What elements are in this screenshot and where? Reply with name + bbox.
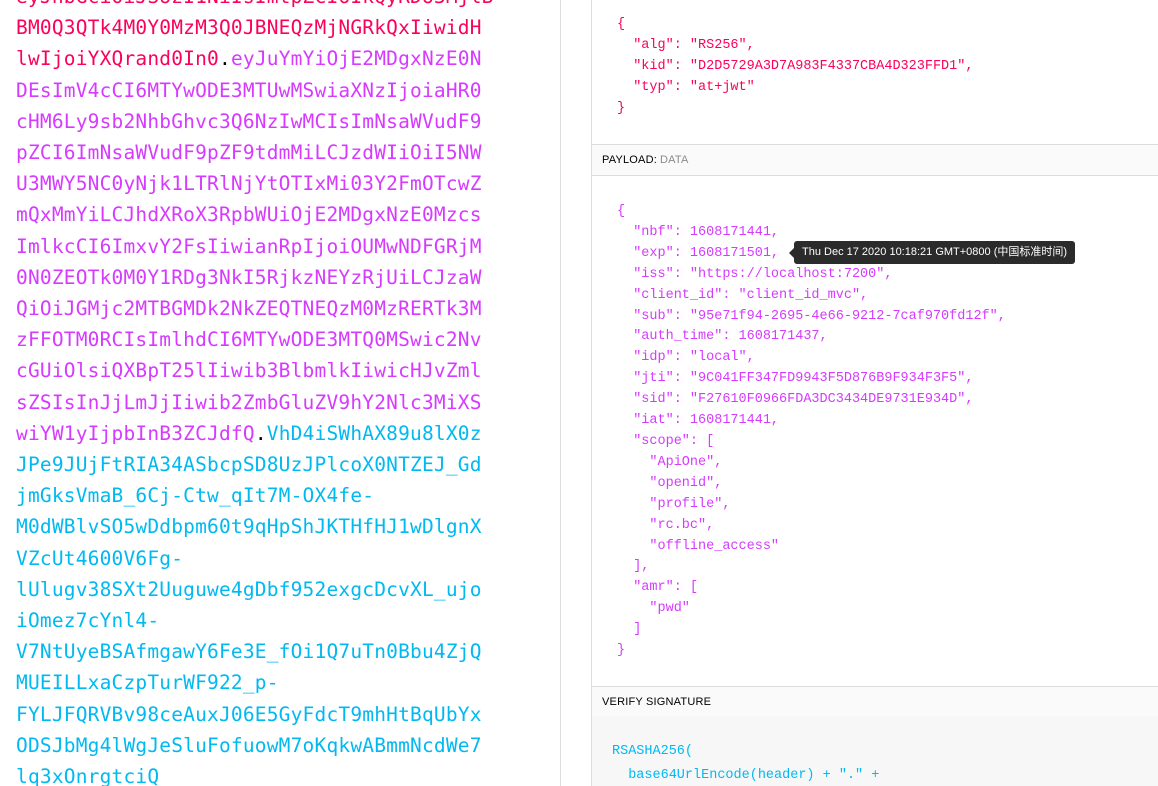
payload-section-sublabel: DATA [660,154,689,166]
encoded-signature-line: M0dWBlvSO5wDdbpm60t9qHpShJKTHfHJ1wDlgnX [16,515,482,539]
encoded-signature-line: iOmez7cYnl4- [16,609,160,633]
encoded-signature-line: JPe9JUjFtRIA34ASbcpSD8UzJPlcoX0NTZEJ_Gd [16,453,482,477]
encoded-signature-line: ODSJbMg4lWgJeSluFofuowM7oKqkwABmmNcdWe7 [16,733,482,757]
encoded-dot: . [218,47,231,71]
payload-section-label: PAYLOAD: [602,154,657,166]
encoded-header-line: BM0Q3QTk4M0Y0MzM3Q0JBNEQzMjNGRkQxIiwidH [16,16,482,40]
encoded-panel[interactable]: eyJhbGciOiJSUzI1NiIsImtpZCI6IkQyRDU3MjlB… [0,0,561,786]
payload-json-editor[interactable]: { "nbf": 1608171441, "exp": 1608171501, … [617,202,1006,662]
header-json-editor[interactable]: { "alg": "RS256", "kid": "D2D5729A3D7A98… [617,15,973,120]
encoded-payload-line: U3MWY5NC0yNjk1LTRlNjYtOTIxMi03Y2FmOTcwZ [16,172,482,196]
encoded-dot: . [254,421,267,445]
encoded-payload-line: zFFOTM0RCIsImlhdCI6MTYwODE3MTQ0MSwic2Nv [16,328,482,352]
encoded-line-mixed: lwIjoiYXQrand0In0.eyJuYmYiOjE2MDgxNzE0N [16,43,486,74]
encoded-signature-line: V7NtUyeBSAfmgawY6Fe3E_fOi1Q7uTn0Bbu4ZjQ [16,640,482,664]
encoded-payload-line: cGUiOlsiQXBpT25lIiwib3BlbmlkIiwicHJvZml [16,359,482,383]
encoded-payload-line: mQxMmYiLCJhdXRoX3RpbWUiOjE2MDgxNzE0Mzcs [16,203,482,227]
panel-divider [561,0,591,786]
encoded-payload-line: pZCI6ImNsaWVudF9pZF9tdmMiLCJzdWIiOiI5NW [16,141,482,165]
encoded-header-line: eyJhbGciOiJSUzI1NiIsImtpZCI6IkQyRDU3MjlB [16,0,493,12]
encoded-payload-line: eyJuYmYiOjE2MDgxNzE0N [230,47,482,71]
encoded-payload-line: ImlkcCI6ImxvY2FsIiwianRpIjoiOUMwNDFGRjM [16,234,482,258]
encoded-header-line: lwIjoiYXQrand0In0 [16,47,219,71]
verify-section: RSASHA256( base64UrlEncode(header) + "."… [592,716,1158,786]
encoded-signature-line: VhD4iSWhAX89u8lX0z [266,421,482,445]
encoded-payload-line: QiOiJGMjc2MTBGMDk2NkZEQTNEQzM0MzRERTk3M [16,297,482,321]
header-section: { "alg": "RS256", "kid": "D2D5729A3D7A98… [592,0,1158,145]
encoded-signature-line: jmGksVmaB_6Cj-Ctw_qIt7M-OX4fe- [16,484,375,508]
encoded-signature-line: VZcUt4600V6Fg- [16,546,184,570]
encoded-token[interactable]: eyJhbGciOiJSUzI1NiIsImtpZCI6IkQyRDU3MjlB… [16,0,493,786]
exp-date-tooltip: Thu Dec 17 2020 10:18:21 GMT+0800 (中国标准时… [788,241,1076,264]
encoded-payload-line: DEsImV4cCI6MTYwODE3MTUwMSwiaXNzIjoiaHR0 [16,78,482,102]
encoded-payload-line: 0N0ZEOTk0M0Y1RDg3NkI5RjkzNEYzRjUiLCJzaW [16,265,482,289]
verify-signature-code: RSASHA256( base64UrlEncode(header) + "."… [612,744,880,783]
payload-section-bar: PAYLOAD: DATA [592,144,1158,176]
encoded-payload-line: cHM6Ly9sb2NhbGhvc3Q6NzIwMCIsImNsaWVudF9 [16,109,482,133]
encoded-signature-line: MUEILLxaCzpTurWF922_p- [16,671,279,695]
encoded-signature-line: FYLJFQRVBv98ceAuxJ06E5GyFdcT9mhHtBqUbYx [16,702,482,726]
encoded-payload-line: sZSIsInJjLmJjIiwib2ZmbGluZV9hY2Nlc3MiXS [16,390,482,414]
encoded-signature-line: lq3xOnrgtciQ [16,765,160,786]
verify-section-label: VERIFY SIGNATURE [602,696,712,708]
verify-section-bar: VERIFY SIGNATURE [592,686,1158,718]
encoded-payload-line: wiYW1yIjpbInB3ZCJdfQ [16,421,255,445]
encoded-line-mixed: wiYW1yIjpbInB3ZCJdfQ.VhD4iSWhAX89u8lX0z [16,418,486,449]
encoded-signature-line: lUlugv38SXt2Uuguwe4gDbf952exgcDcvXL_ujo [16,577,482,601]
decoded-panel: { "alg": "RS256", "kid": "D2D5729A3D7A98… [591,0,1158,786]
